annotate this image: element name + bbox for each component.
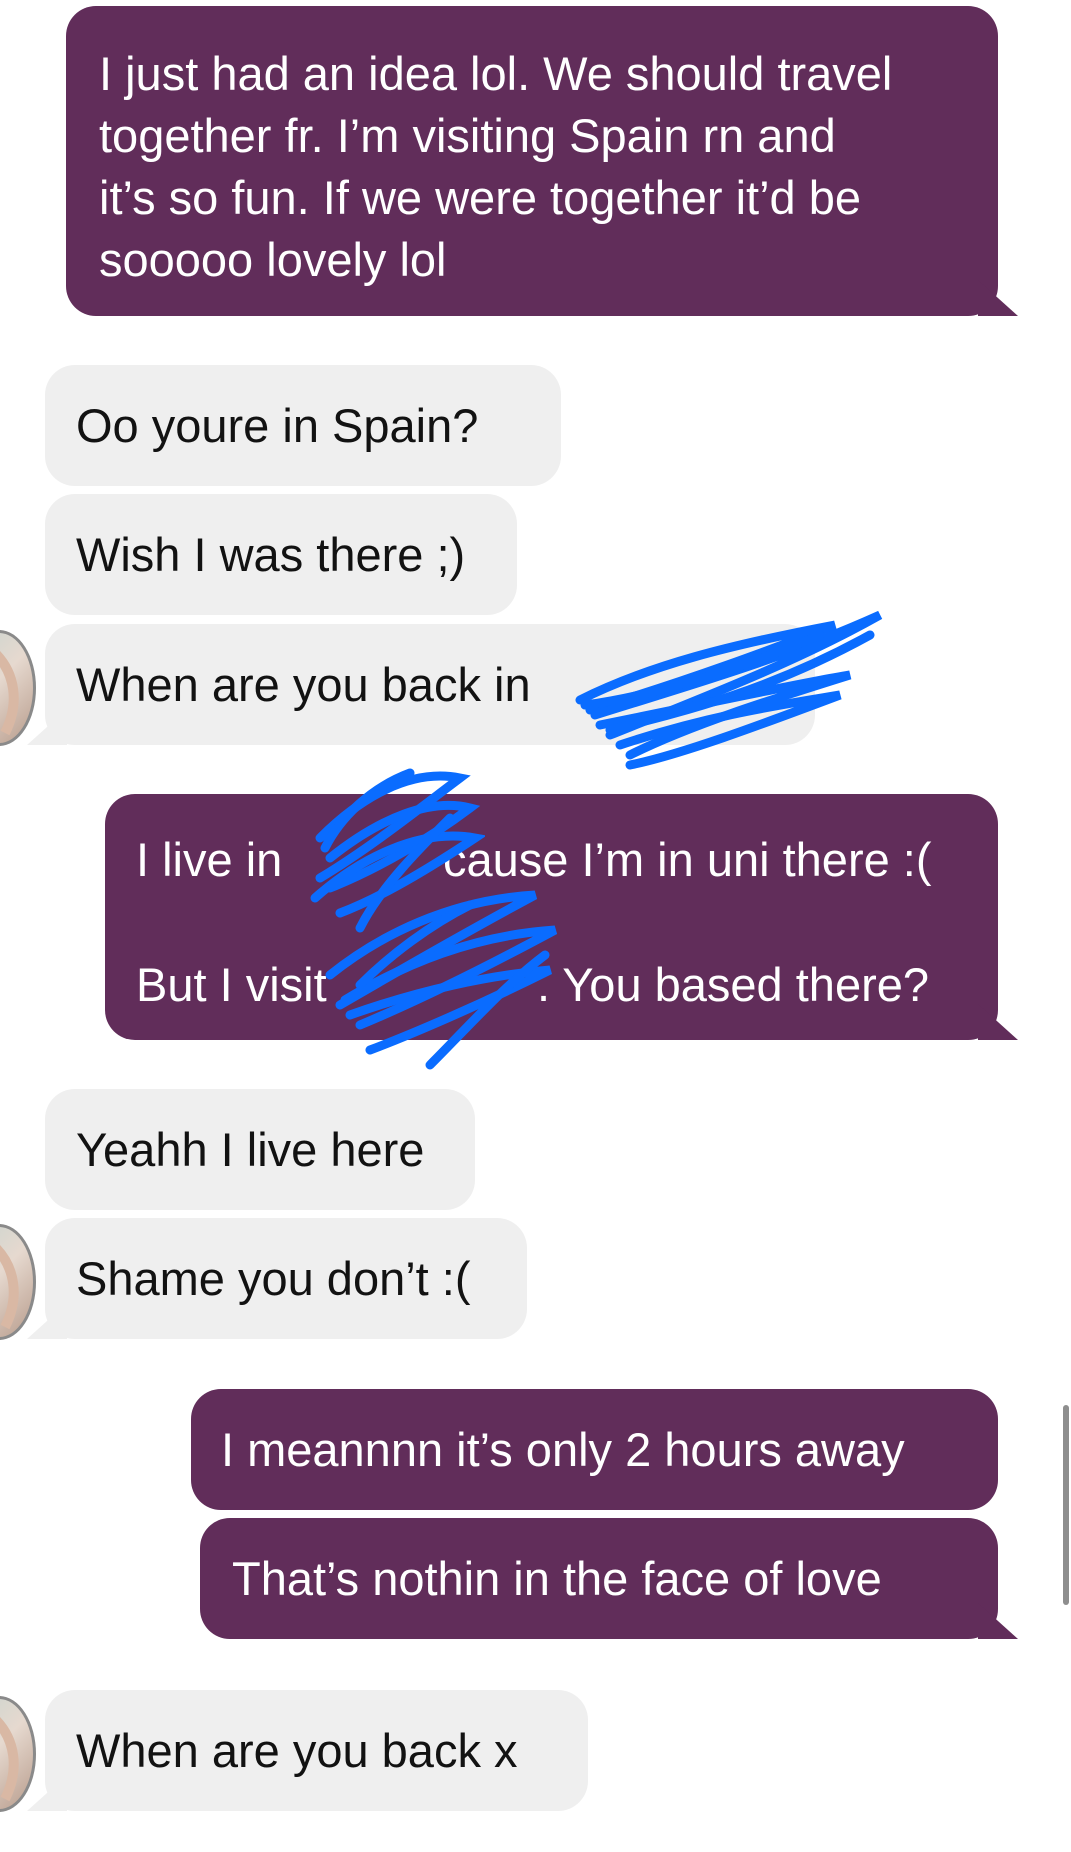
message-line: it’s so fun. If we were together it’d be: [99, 171, 861, 224]
message-text: Oo youre in Spain?: [76, 399, 479, 452]
incoming-message-bubble[interactable]: Wish I was there ;): [45, 494, 517, 615]
bubble-tail: [978, 1603, 1018, 1639]
profile-photo-icon[interactable]: [0, 1224, 36, 1340]
outgoing-message-bubble[interactable]: That’s nothin in the face of love: [200, 1518, 998, 1639]
message-line: sooooo lovely lol: [99, 233, 447, 286]
message-text: Shame you don’t :(: [76, 1252, 471, 1305]
message-text: Yeahh I live here: [76, 1123, 425, 1176]
outgoing-message-bubble[interactable]: I just had an idea lol. We should travel…: [66, 6, 998, 316]
message-text: When are you back x: [76, 1724, 518, 1777]
incoming-message-bubble[interactable]: When are you back in: [45, 624, 815, 745]
scrollbar[interactable]: [1063, 1405, 1069, 1605]
message-line: But I visit: [136, 958, 327, 1011]
outgoing-message-bubble[interactable]: I meannnn it’s only 2 hours away: [191, 1389, 998, 1510]
incoming-message-bubble[interactable]: Shame you don’t :(: [45, 1218, 527, 1339]
message-text: That’s nothin in the face of love: [232, 1552, 882, 1605]
outgoing-message-bubble[interactable]: I live in cause I’m in uni there :( But …: [105, 794, 998, 1040]
message-line: I just had an idea lol. We should travel: [99, 47, 893, 100]
profile-photo-icon[interactable]: [0, 1696, 36, 1812]
message-line: . You based there?: [537, 958, 930, 1011]
incoming-message-bubble[interactable]: Yeahh I live here: [45, 1089, 475, 1210]
incoming-message-bubble[interactable]: When are you back x: [45, 1690, 588, 1811]
message-line: I live in: [136, 833, 283, 886]
message-text: I meannnn it’s only 2 hours away: [221, 1423, 905, 1476]
bubble-tail: [978, 1004, 1018, 1040]
incoming-message-bubble[interactable]: Oo youre in Spain?: [45, 365, 561, 486]
message-line: together fr. I’m visiting Spain rn and: [99, 109, 836, 162]
message-line: cause I’m in uni there :(: [443, 833, 932, 886]
profile-photo-icon[interactable]: [0, 630, 36, 746]
message-text: Wish I was there ;): [76, 528, 466, 581]
message-text: When are you back in: [76, 658, 531, 711]
